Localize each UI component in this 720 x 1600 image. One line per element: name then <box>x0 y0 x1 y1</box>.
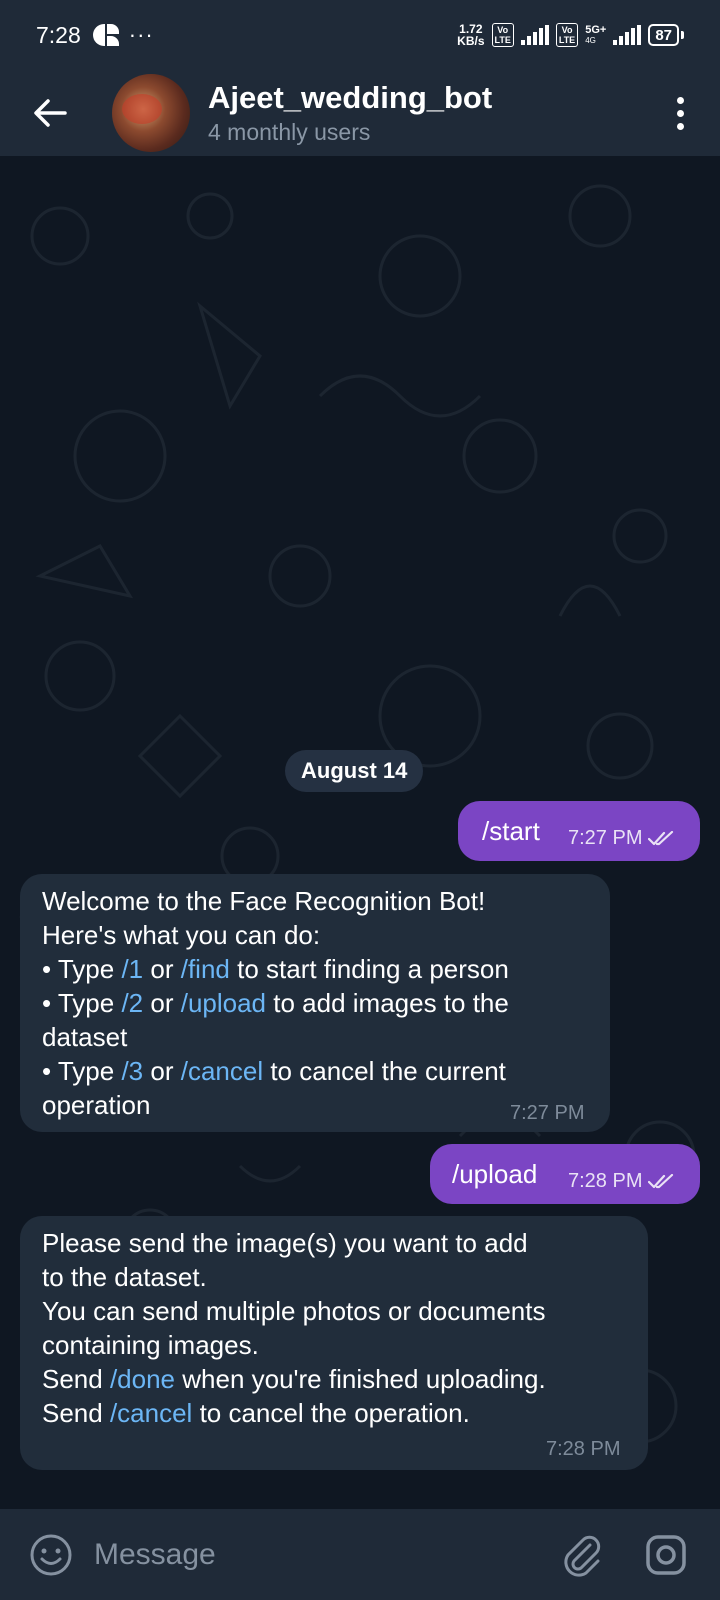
message-text: /upload <box>452 1159 538 1189</box>
more-notifications-icon: ··· <box>128 22 154 47</box>
signal-icon <box>520 25 549 45</box>
message-text-segment: or <box>143 988 181 1018</box>
message-time: 7:28 PM <box>546 1438 621 1460</box>
status-right-group: 1.72 KB/s Vo LTE Vo LTE 5G+ 4G 87 <box>457 23 684 47</box>
command-link[interactable]: /cancel <box>110 1398 192 1428</box>
message-text-segment: containing images. <box>42 1330 259 1360</box>
message-text-segment: when you're finished uploading. <box>175 1364 546 1394</box>
message-text-segment: Please send the image(s) you want to add <box>42 1228 528 1258</box>
command-link[interactable]: /2 <box>121 988 143 1018</box>
message-out-start[interactable]: /start 7:27 PM <box>458 801 700 861</box>
battery-level: 87 <box>655 26 672 44</box>
more-vertical-icon[interactable] <box>650 73 710 153</box>
back-button[interactable] <box>10 73 90 153</box>
message-line: Here's what you can do: <box>42 918 602 952</box>
message-body: Please send the image(s) you want to add… <box>42 1226 642 1430</box>
message-text-segment: • Type <box>42 954 122 984</box>
double-check-icon <box>648 830 674 847</box>
message-text-segment: to cancel the operation. <box>192 1398 470 1428</box>
volte-top: Vo <box>497 25 509 35</box>
volte-bottom: LTE <box>494 35 511 45</box>
message-text-segment: to cancel the current <box>263 1056 506 1086</box>
message-text-segment: to add images to the <box>266 988 509 1018</box>
message-line: • Type /3 or /cancel to cancel the curre… <box>42 1054 602 1088</box>
message-line: • Type /1 or /find to start finding a pe… <box>42 952 602 986</box>
message-meta: 7:28 PM <box>568 1170 674 1193</box>
network-type: 5G+ 4G <box>585 24 607 46</box>
message-composer <box>0 1509 720 1600</box>
network-speed: 1.72 KB/s <box>457 23 484 47</box>
message-text-segment: Welcome to the Face Recognition Bot! <box>42 886 486 916</box>
camera-icon[interactable] <box>644 1533 688 1577</box>
message-line: Send /cancel to cancel the operation. <box>42 1396 642 1430</box>
volte-icon: Vo LTE <box>491 23 514 47</box>
message-line: Welcome to the Face Recognition Bot! <box>42 884 602 918</box>
message-line: You can send multiple photos or document… <box>42 1294 642 1328</box>
command-link[interactable]: /1 <box>121 954 143 984</box>
volte-icon-2: Vo LTE <box>555 23 579 47</box>
message-text-segment: Send <box>42 1398 110 1428</box>
chat-title: Ajeet_wedding_bot <box>208 80 493 115</box>
message-line: Send /done when you're finished uploadin… <box>42 1362 642 1396</box>
command-link[interactable]: /find <box>181 954 230 984</box>
message-in-upload-instructions[interactable]: Please send the image(s) you want to add… <box>20 1216 648 1470</box>
message-text-segment: You can send multiple photos or document… <box>42 1296 546 1326</box>
paperclip-icon[interactable] <box>560 1533 604 1577</box>
message-text: /start <box>482 816 540 846</box>
message-line: containing images. <box>42 1328 642 1362</box>
double-check-icon <box>648 1173 674 1190</box>
message-text-segment: or <box>143 954 181 984</box>
app-notification-icon <box>92 22 119 48</box>
command-link[interactable]: /done <box>110 1364 175 1394</box>
message-line: Please send the image(s) you want to add <box>42 1226 642 1260</box>
status-time: 7:28 <box>36 21 81 48</box>
message-line: dataset <box>42 1020 602 1054</box>
message-time: 7:27 PM <box>568 827 643 849</box>
battery-icon: 87 <box>648 24 679 46</box>
message-out-upload[interactable]: /upload 7:28 PM <box>430 1144 700 1204</box>
network-type-label: 5G+ <box>585 24 607 36</box>
date-separator: August 14 <box>285 750 424 792</box>
chat-header: Ajeet_wedding_bot 4 monthly users <box>0 70 720 156</box>
message-text-segment: dataset <box>42 1022 128 1052</box>
message-text-segment: • Type <box>42 988 122 1018</box>
message-input[interactable] <box>94 1537 560 1572</box>
message-text-segment: Here's what you can do: <box>42 920 321 950</box>
network-sub-label: 4G <box>585 36 596 45</box>
chat-title-block[interactable]: Ajeet_wedding_bot 4 monthly users <box>208 79 492 147</box>
message-line: to the dataset. <box>42 1260 642 1294</box>
message-time: 7:28 PM <box>568 1170 643 1192</box>
message-in-welcome[interactable]: Welcome to the Face Recognition Bot! Here… <box>20 874 610 1132</box>
chat-subtitle: 4 monthly users <box>208 119 371 145</box>
arrow-left-icon <box>34 99 67 127</box>
volte-bottom-2: LTE <box>558 35 576 45</box>
message-text-segment: Send <box>42 1364 110 1394</box>
chat-area[interactable]: August 14 /start 7:27 PM Welcome to the … <box>0 156 720 1509</box>
message-meta: 7:27 PM <box>568 827 674 850</box>
message-time: 7:27 PM <box>510 1102 585 1124</box>
signal-icon-2 <box>613 25 642 45</box>
volte-top-2: Vo <box>561 25 573 35</box>
avatar[interactable] <box>112 74 190 152</box>
message-text-segment: • Type <box>42 1056 122 1086</box>
message-text-segment: to the dataset. <box>42 1262 207 1292</box>
smiley-icon[interactable] <box>28 1532 74 1578</box>
message-line: • Type /2 or /upload to add images to th… <box>42 986 602 1020</box>
command-link[interactable]: /upload <box>181 988 266 1018</box>
message-text-segment: operation <box>42 1090 151 1120</box>
status-bar: 7:28 ··· 1.72 KB/s Vo LTE Vo LTE 5G+ 4G <box>0 0 720 70</box>
network-speed-unit: KB/s <box>457 34 485 48</box>
battery-tip <box>681 31 684 39</box>
chat-screen: 7:28 ··· 1.72 KB/s Vo LTE Vo LTE 5G+ 4G <box>0 0 720 1600</box>
message-text-segment: or <box>143 1056 181 1086</box>
message-body: Welcome to the Face Recognition Bot! Here… <box>42 884 602 1122</box>
message-text-segment: to start finding a person <box>229 954 509 984</box>
command-link[interactable]: /cancel <box>181 1056 263 1086</box>
command-link[interactable]: /3 <box>121 1056 143 1086</box>
